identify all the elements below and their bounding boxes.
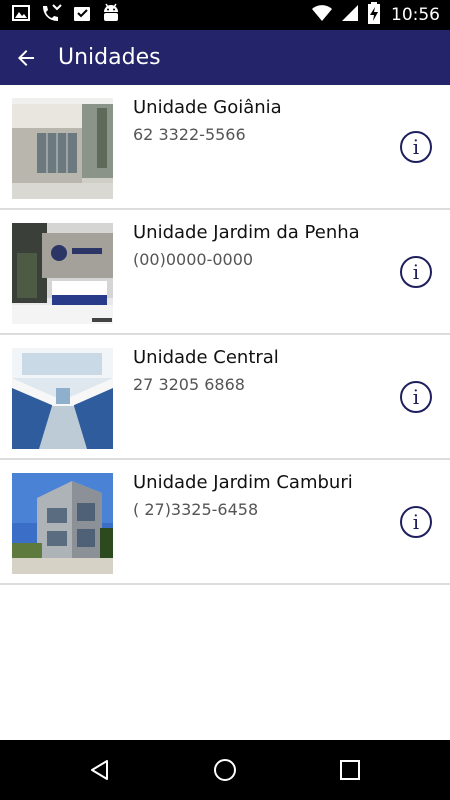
info-icon: i	[412, 135, 420, 159]
info-icon: i	[412, 260, 420, 284]
nav-back-button[interactable]	[85, 755, 115, 785]
list-item[interactable]: Unidade Jardim da Penha (00)0000-0000 i	[0, 210, 450, 335]
nav-recents-button[interactable]	[335, 755, 365, 785]
info-button[interactable]: i	[400, 131, 432, 163]
unit-phone: (00)0000-0000	[133, 250, 254, 269]
unit-photo	[12, 223, 113, 324]
info-button[interactable]: i	[400, 506, 432, 538]
unit-name: Unidade Central	[133, 347, 279, 368]
unit-phone: ( 27)3325-6458	[133, 500, 259, 519]
wifi-icon	[311, 4, 333, 26]
back-button[interactable]	[6, 38, 46, 78]
system-icons: 10:56	[311, 2, 440, 28]
list-item[interactable]: Unidade Jardim Camburi ( 27)3325-6458 i	[0, 460, 450, 585]
phone-missed-icon	[40, 3, 62, 27]
battery-charging-icon	[367, 2, 381, 28]
list-item[interactable]: Unidade Goiânia 62 3322-5566 i	[0, 85, 450, 210]
notification-icons	[12, 3, 120, 27]
arrow-left-icon	[18, 50, 34, 66]
app-bar: Unidades	[0, 30, 450, 85]
signal-icon	[341, 4, 359, 26]
status-bar: 10:56	[0, 0, 450, 30]
unit-photo	[12, 98, 113, 199]
unit-phone: 62 3322-5566	[133, 125, 246, 144]
status-time: 10:56	[391, 5, 440, 25]
list-item[interactable]: Unidade Central 27 3205 6868 i	[0, 335, 450, 460]
info-button[interactable]: i	[400, 256, 432, 288]
home-icon	[214, 759, 236, 781]
page-title: Unidades	[58, 45, 161, 70]
navigation-bar	[0, 740, 450, 800]
info-button[interactable]: i	[400, 381, 432, 413]
nav-home-button[interactable]	[210, 755, 240, 785]
android-icon	[102, 3, 120, 27]
back-icon	[91, 760, 108, 780]
unit-photo	[12, 473, 113, 574]
unit-name: Unidade Jardim da Penha	[133, 222, 360, 243]
unit-name: Unidade Goiânia	[133, 97, 282, 118]
inbox-icon	[72, 3, 92, 27]
unit-phone: 27 3205 6868	[133, 375, 245, 394]
recents-icon	[340, 760, 360, 780]
unit-photo	[12, 348, 113, 449]
unit-name: Unidade Jardim Camburi	[133, 472, 353, 493]
image-icon	[12, 4, 30, 26]
units-list: Unidade Goiânia 62 3322-5566 i Unidade J…	[0, 85, 450, 585]
info-icon: i	[412, 510, 420, 534]
info-icon: i	[412, 385, 420, 409]
